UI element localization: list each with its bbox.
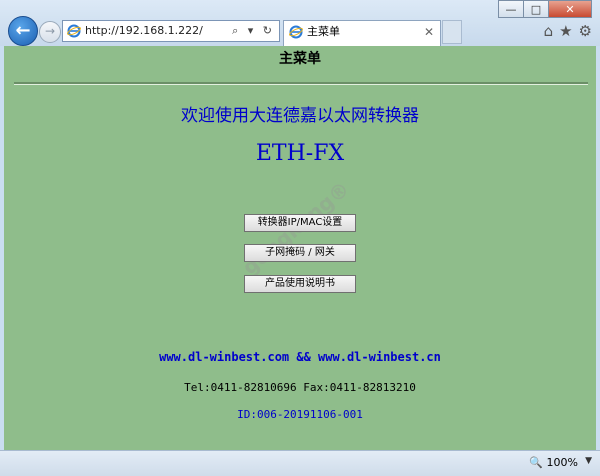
close-window-button[interactable]: ✕ bbox=[548, 0, 592, 18]
product-name: ETH-FX bbox=[255, 141, 345, 166]
maximize-button[interactable]: □ bbox=[523, 0, 549, 18]
subnet-gateway-button[interactable]: 子网掩码 / 网关 bbox=[244, 244, 356, 262]
toolbar-icons: ⌂ ★ ⚙ bbox=[544, 22, 592, 40]
page-content: 主菜单 欢迎使用大连德嘉以太网转换器 ETH-FX gongkong® 转换器I… bbox=[4, 46, 596, 450]
divider bbox=[14, 82, 588, 85]
minimize-button[interactable]: — bbox=[498, 0, 524, 18]
welcome-heading: 欢迎使用大连德嘉以太网转换器 bbox=[181, 106, 419, 126]
back-button[interactable]: ← bbox=[8, 16, 38, 46]
favorites-icon[interactable]: ★ bbox=[559, 22, 572, 40]
window-controls: — □ ✕ bbox=[498, 0, 592, 18]
browser-titlebar: — □ ✕ ← → http://192.168.1.222/ ⌕ ▾ ↻ 主菜… bbox=[0, 0, 600, 46]
gear-icon[interactable]: ⚙ bbox=[579, 22, 592, 40]
contact-info: Tel:0411-82810696 Fax:0411-82813210 bbox=[184, 381, 416, 394]
ip-mac-settings-button[interactable]: 转换器IP/MAC设置 bbox=[244, 214, 356, 232]
address-tools-icons[interactable]: ⌕ ▾ ↻ bbox=[232, 21, 275, 41]
forward-button[interactable]: → bbox=[39, 21, 61, 43]
new-tab-button[interactable] bbox=[442, 20, 462, 44]
zoom-value: 100% bbox=[546, 456, 578, 469]
tab-title: 主菜单 bbox=[307, 25, 340, 38]
address-url: http://192.168.1.222/ bbox=[85, 24, 203, 37]
zoom-dropdown-icon[interactable]: ▼ bbox=[585, 456, 592, 466]
address-bar[interactable]: http://192.168.1.222/ ⌕ ▾ ↻ bbox=[62, 20, 280, 42]
zoom-level[interactable]: 🔍 100% bbox=[529, 456, 578, 469]
tab-main-menu[interactable]: 主菜单 ✕ bbox=[283, 20, 441, 46]
home-icon[interactable]: ⌂ bbox=[544, 22, 554, 40]
device-id: ID:006-20191106-001 bbox=[237, 408, 363, 421]
ie-tab-icon bbox=[289, 25, 303, 39]
website-links: www.dl-winbest.com && www.dl-winbest.cn bbox=[159, 350, 441, 364]
status-bar: 🔍 100% ▼ bbox=[0, 450, 600, 476]
page-title: 主菜单 bbox=[279, 51, 321, 67]
tab-close-icon[interactable]: ✕ bbox=[424, 21, 434, 43]
ie-page-icon bbox=[67, 24, 81, 38]
product-manual-button[interactable]: 产品使用说明书 bbox=[244, 275, 356, 293]
